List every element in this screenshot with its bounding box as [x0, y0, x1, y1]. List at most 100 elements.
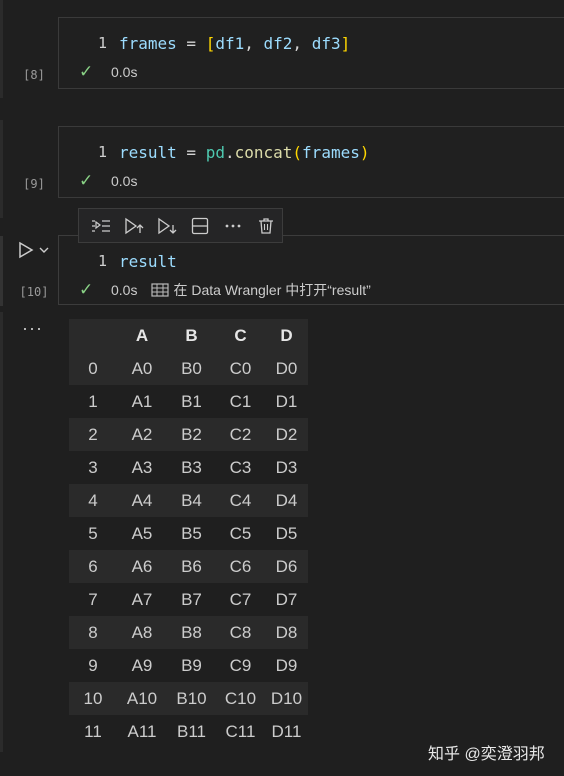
- table-row: 9 A9 B9 C9 D9: [69, 649, 308, 682]
- row-index-cell: 1: [69, 385, 117, 418]
- output-more-actions-button[interactable]: ···: [22, 318, 43, 339]
- code-cell-8[interactable]: 1 frames = [ df1 , df2 , df3 ] ✓ 0.0s: [58, 17, 564, 89]
- table-cell: D2: [265, 418, 308, 451]
- table-row: 7 A7 B7 C7 D7: [69, 583, 308, 616]
- execution-count: [8]: [23, 68, 45, 82]
- table-cell: D4: [265, 484, 308, 517]
- execute-above-icon[interactable]: [118, 212, 151, 240]
- code-token: ,: [244, 33, 264, 53]
- table-row: 2 A2 B2 C2 D2: [69, 418, 308, 451]
- row-index-cell: 11: [69, 715, 117, 748]
- watermark: 知乎 @奕澄羽邦: [428, 746, 545, 763]
- code-token: ): [359, 142, 370, 162]
- table-cell: C3: [216, 451, 265, 484]
- table-cell: C1: [216, 385, 265, 418]
- table-cell: B9: [167, 649, 216, 682]
- execution-time: 0.0s: [111, 64, 138, 80]
- code-token: df1: [215, 33, 245, 53]
- chevron-down-icon[interactable]: [38, 245, 50, 255]
- table-cell: B8: [167, 616, 216, 649]
- table-cell: B6: [167, 550, 216, 583]
- code-cell-9[interactable]: 1 result = pd . concat ( frames ) ✓ 0.0s: [58, 126, 564, 198]
- table-header-row: A B C D: [69, 319, 308, 352]
- row-index-cell: 0: [69, 352, 117, 385]
- code-token: ,: [292, 33, 312, 53]
- table-cell: A2: [117, 418, 167, 451]
- row-index-cell: 6: [69, 550, 117, 583]
- table-row: 8 A8 B8 C8 D8: [69, 616, 308, 649]
- code-token: result: [119, 142, 177, 162]
- table-cell: D6: [265, 550, 308, 583]
- table-cell: B11: [167, 715, 216, 748]
- code-token: ]: [340, 33, 351, 53]
- table-cell: C0: [216, 352, 265, 385]
- table-cell: B1: [167, 385, 216, 418]
- row-index-cell: 4: [69, 484, 117, 517]
- code-token: frames: [119, 33, 177, 53]
- table-row: 11 A11 B11 C11 D11: [69, 715, 308, 748]
- table-cell: A10: [117, 682, 167, 715]
- cell-status: ✓ 0.0s: [79, 171, 137, 191]
- data-wrangler-icon: [151, 283, 170, 297]
- table-cell: A4: [117, 484, 167, 517]
- dataframe-output-table: A B C D 0 A0 B0 C0 D0 1 A1 B1 C1 D1 2 A2 B2 C2 D2 3 A3 B3…: [69, 319, 308, 748]
- table-cell: D8: [265, 616, 308, 649]
- table-cell: C7: [216, 583, 265, 616]
- table-cell: C4: [216, 484, 265, 517]
- table-cell: C6: [216, 550, 265, 583]
- table-cell: A8: [117, 616, 167, 649]
- output-gutter-bar: [0, 312, 3, 752]
- code-token: (: [292, 142, 303, 162]
- row-index-cell: 9: [69, 649, 117, 682]
- play-icon: [19, 241, 34, 259]
- table-cell: A11: [117, 715, 167, 748]
- table-cell: D1: [265, 385, 308, 418]
- table-cell: B3: [167, 451, 216, 484]
- code-line[interactable]: 1 frames = [ df1 , df2 , df3 ]: [59, 32, 350, 54]
- table-header-cell: C: [216, 319, 265, 352]
- table-row: 0 A0 B0 C0 D0: [69, 352, 308, 385]
- row-index-cell: 8: [69, 616, 117, 649]
- cell-gutter-bar: [0, 0, 3, 98]
- execution-count: [9]: [23, 177, 45, 191]
- cell-toolbar: [78, 208, 283, 243]
- table-cell: D7: [265, 583, 308, 616]
- table-cell: C8: [216, 616, 265, 649]
- run-by-line-icon[interactable]: [85, 212, 118, 240]
- more-icon[interactable]: [216, 212, 249, 240]
- code-cell-10[interactable]: 1 result ✓ 0.0s 在 Data Wrangler 中打开“resu…: [58, 235, 564, 305]
- open-in-data-wrangler-link[interactable]: 在 Data Wrangler 中打开“result”: [151, 280, 371, 300]
- row-index-cell: 7: [69, 583, 117, 616]
- code-token: [: [205, 33, 216, 53]
- check-icon: ✓: [79, 171, 94, 190]
- table-cell: B4: [167, 484, 216, 517]
- table-row: 5 A5 B5 C5 D5: [69, 517, 308, 550]
- code-line[interactable]: 1 result: [59, 250, 177, 272]
- cell-status: ✓ 0.0s: [79, 62, 137, 82]
- table-header-cell: A: [117, 319, 167, 352]
- table-row: 1 A1 B1 C1 D1: [69, 385, 308, 418]
- code-token: =: [176, 142, 206, 162]
- table-header-cell: D: [265, 319, 308, 352]
- delete-icon[interactable]: [249, 212, 282, 240]
- row-index-cell: 2: [69, 418, 117, 451]
- table-row: 4 A4 B4 C4 D4: [69, 484, 308, 517]
- table-cell: A1: [117, 385, 167, 418]
- table-cell: B5: [167, 517, 216, 550]
- split-cell-icon[interactable]: [183, 212, 216, 240]
- code-token: df2: [263, 33, 293, 53]
- table-cell: C10: [216, 682, 265, 715]
- code-token: df3: [311, 33, 341, 53]
- row-index-cell: 10: [69, 682, 117, 715]
- row-index-cell: 3: [69, 451, 117, 484]
- execute-below-icon[interactable]: [151, 212, 184, 240]
- table-cell: A9: [117, 649, 167, 682]
- table-cell: B2: [167, 418, 216, 451]
- code-line[interactable]: 1 result = pd . concat ( frames ): [59, 141, 370, 163]
- table-cell: A7: [117, 583, 167, 616]
- table-cell: B7: [167, 583, 216, 616]
- run-cell-button[interactable]: [18, 241, 50, 259]
- cell-gutter-bar: [0, 236, 3, 306]
- table-header-cell: B: [167, 319, 216, 352]
- code-token: =: [176, 33, 206, 53]
